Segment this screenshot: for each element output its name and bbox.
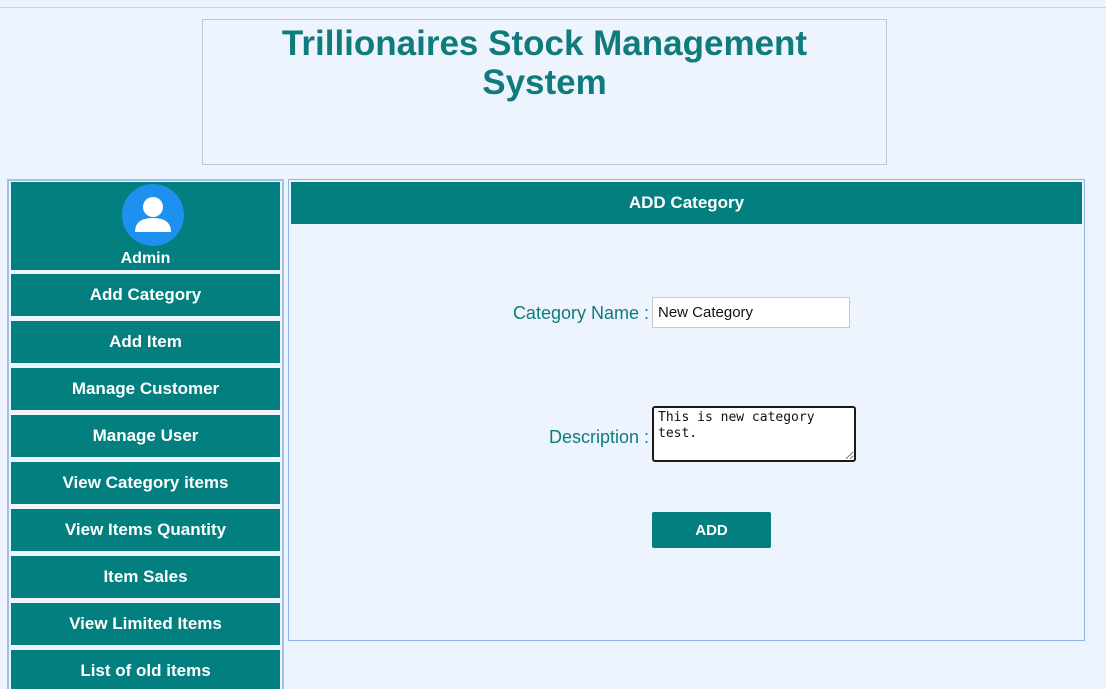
profile-name: Admin — [120, 250, 171, 267]
category-name-label: Category Name : — [512, 303, 649, 323]
sidebar-item-add-category[interactable]: Add Category — [11, 274, 280, 316]
category-name-input[interactable] — [652, 297, 850, 328]
app-title: Trillionaires Stock Management System — [281, 24, 808, 102]
add-category-panel: ADD Category Category Name : Description… — [288, 179, 1085, 641]
panel-title: ADD Category — [291, 182, 1082, 224]
add-button[interactable]: ADD — [652, 512, 771, 548]
sidebar-item-view-limited-items[interactable]: View Limited Items — [11, 603, 280, 645]
sidebar: Admin Add Category Add Item Manage Custo… — [7, 179, 284, 689]
sidebar-item-view-category-items[interactable]: View Category items — [11, 462, 280, 504]
sidebar-item-manage-user[interactable]: Manage User — [11, 415, 280, 457]
sidebar-item-view-items-quantity[interactable]: View Items Quantity — [11, 509, 280, 551]
description-label: Description : — [548, 427, 649, 447]
sidebar-item-list-of-old-items[interactable]: List of old items — [11, 650, 280, 689]
sidebar-item-item-sales[interactable]: Item Sales — [11, 556, 280, 598]
profile-block: Admin — [11, 182, 280, 270]
sidebar-item-add-item[interactable]: Add Item — [11, 321, 280, 363]
description-textarea[interactable]: This is new category test. — [652, 406, 856, 462]
page-header: Trillionaires Stock Management System — [202, 19, 887, 165]
top-divider — [0, 7, 1106, 8]
user-avatar-icon — [122, 184, 184, 246]
sidebar-item-manage-customer[interactable]: Manage Customer — [11, 368, 280, 410]
page: Trillionaires Stock Management System Ad… — [0, 0, 1106, 689]
